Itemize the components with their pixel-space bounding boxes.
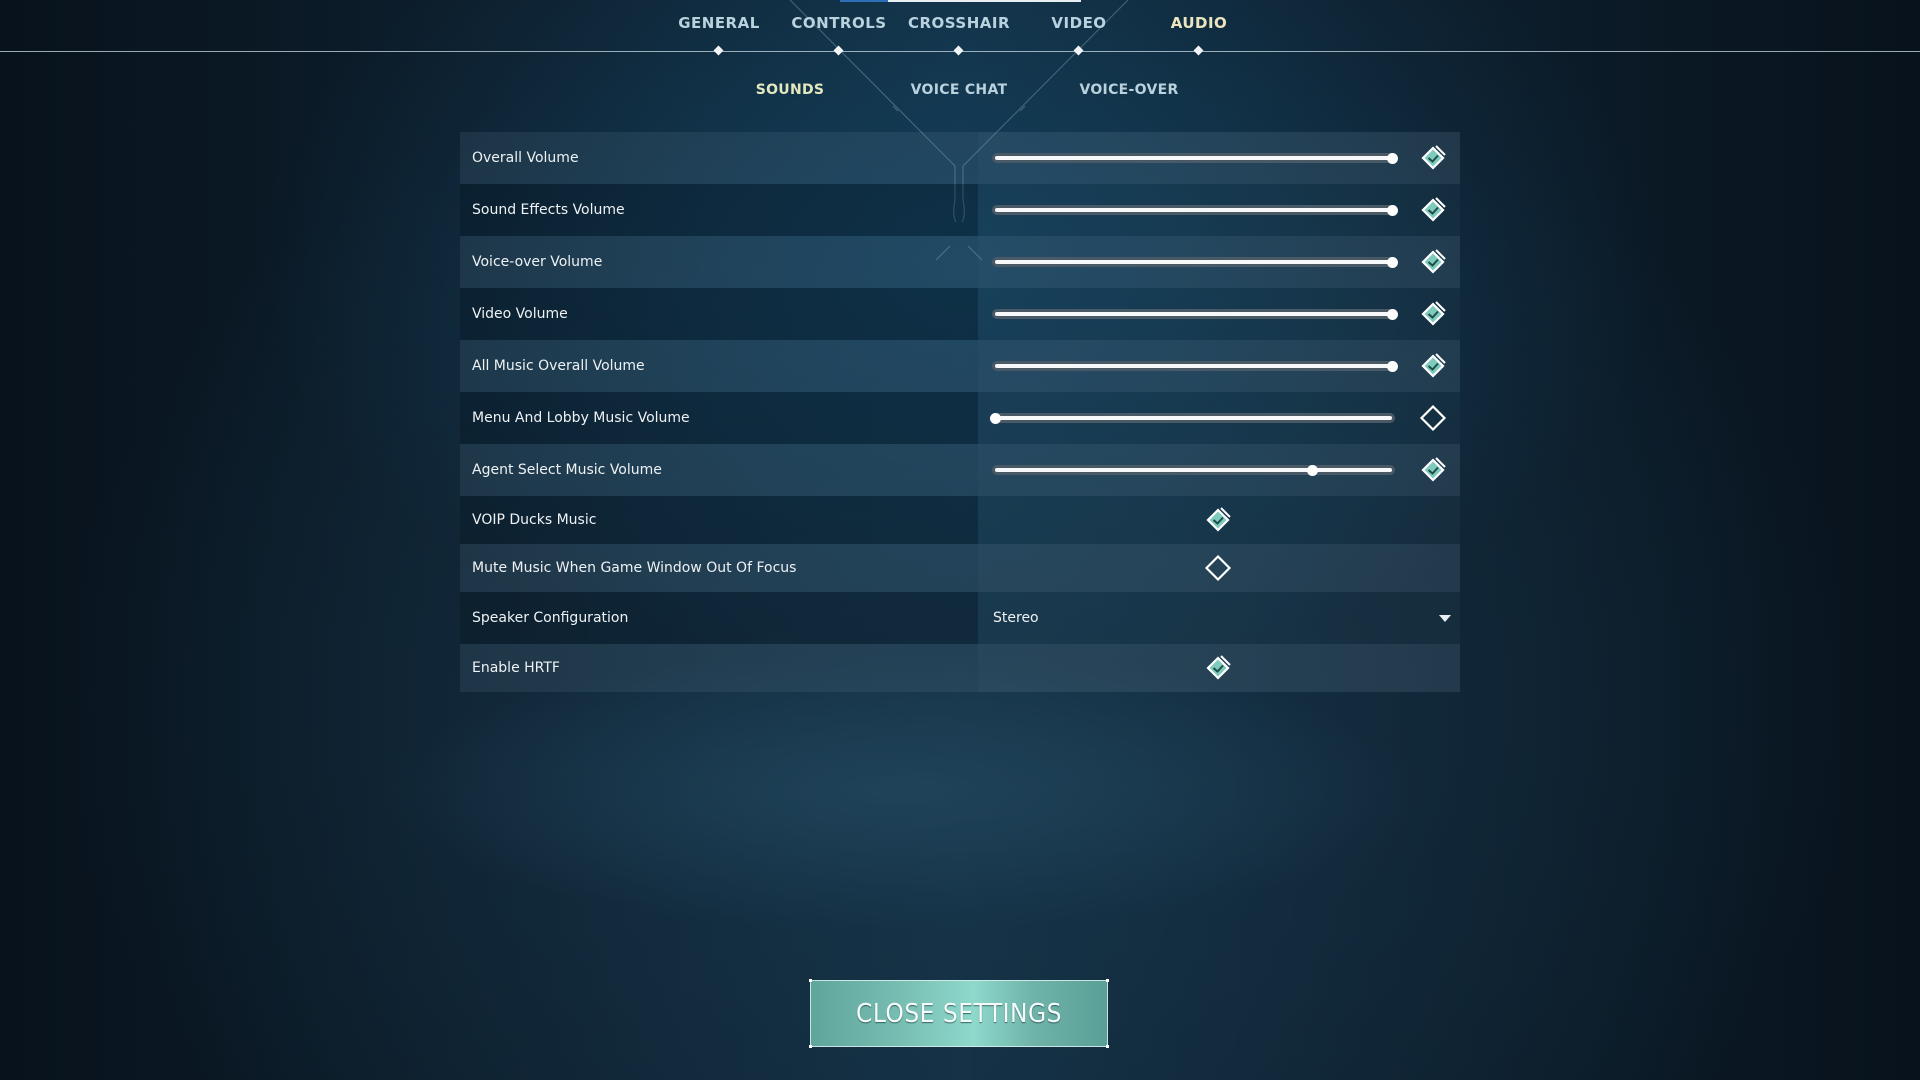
- checkbox-checked-icon: [1421, 249, 1446, 274]
- all-music-volume-slider[interactable]: [992, 360, 1398, 372]
- enable-hrtf-checkbox[interactable]: [1203, 653, 1233, 683]
- subtab-voice-chat[interactable]: VOICE CHAT: [889, 82, 1029, 98]
- setting-row-all-music-volume: All Music Overall Volume: [460, 340, 1460, 392]
- menu-lobby-music-volume-slider[interactable]: [989, 412, 1395, 424]
- setting-row-overall-volume: Overall Volume: [460, 132, 1460, 184]
- tab-marker-icon: [833, 45, 844, 56]
- mute-music-out-of-focus-checkbox[interactable]: [1203, 553, 1233, 583]
- checkbox-checked-icon: [1421, 197, 1446, 222]
- voice-over-volume-slider[interactable]: [992, 256, 1398, 268]
- subtab-voice-over[interactable]: VOICE-OVER: [1059, 82, 1199, 98]
- all-music-volume-enable-checkbox[interactable]: [1418, 351, 1448, 381]
- checkbox-checked-icon: [1421, 145, 1446, 170]
- tab-marker-icon: [713, 45, 724, 56]
- video-volume-enable-checkbox[interactable]: [1418, 299, 1448, 329]
- menu-lobby-music-volume-enable-checkbox[interactable]: [1418, 403, 1448, 433]
- setting-row-agent-select-music-volume: Agent Select Music Volume: [460, 444, 1460, 496]
- tab-video[interactable]: VIDEO: [1019, 14, 1139, 32]
- voice-over-volume-enable-checkbox[interactable]: [1418, 247, 1448, 277]
- checkbox-unchecked-icon: [1204, 554, 1232, 582]
- dropdown-selected-value: Stereo: [993, 610, 1039, 626]
- setting-label: Mute Music When Game Window Out Of Focus: [472, 560, 797, 576]
- slider-thumb[interactable]: [1386, 204, 1398, 216]
- setting-label: Menu And Lobby Music Volume: [472, 410, 690, 426]
- slider-thumb[interactable]: [1386, 152, 1398, 164]
- tab-marker-icon: [1193, 45, 1204, 56]
- slider-thumb[interactable]: [1386, 256, 1398, 268]
- overall-volume-slider[interactable]: [992, 152, 1398, 164]
- setting-row-enable-hrtf: Enable HRTF: [460, 644, 1460, 692]
- slider-thumb[interactable]: [989, 412, 1001, 424]
- checkbox-unchecked-icon: [1419, 404, 1447, 432]
- tab-general[interactable]: GENERAL: [659, 14, 779, 32]
- slider-thumb[interactable]: [1386, 308, 1398, 320]
- tab-audio[interactable]: AUDIO: [1139, 14, 1259, 32]
- setting-label: Video Volume: [472, 306, 568, 322]
- setting-row-voip-ducks-music: VOIP Ducks Music: [460, 496, 1460, 544]
- checkbox-checked-icon: [1421, 353, 1446, 378]
- agent-select-music-volume-enable-checkbox[interactable]: [1418, 455, 1448, 485]
- setting-label: Overall Volume: [472, 150, 579, 166]
- setting-row-video-volume: Video Volume: [460, 288, 1460, 340]
- close-settings-button[interactable]: CLOSE SETTINGS: [809, 979, 1109, 1048]
- setting-row-sound-effects-volume: Sound Effects Volume: [460, 184, 1460, 236]
- sound-effects-volume-slider[interactable]: [992, 204, 1398, 216]
- checkbox-checked-icon: [1206, 655, 1231, 680]
- setting-label: Enable HRTF: [472, 660, 560, 676]
- video-volume-slider[interactable]: [992, 308, 1398, 320]
- speaker-configuration-dropdown[interactable]: Stereo: [978, 592, 1460, 644]
- checkbox-checked-icon: [1421, 457, 1446, 482]
- setting-row-menu-lobby-music-volume: Menu And Lobby Music Volume: [460, 392, 1460, 444]
- slider-thumb[interactable]: [1307, 464, 1319, 476]
- setting-label: Sound Effects Volume: [472, 202, 625, 218]
- voip-ducks-music-checkbox[interactable]: [1203, 505, 1233, 535]
- setting-label: VOIP Ducks Music: [472, 512, 597, 528]
- chevron-down-icon: [1439, 615, 1451, 622]
- setting-label: Agent Select Music Volume: [472, 462, 662, 478]
- tab-controls[interactable]: CONTROLS: [779, 14, 899, 32]
- checkbox-checked-icon: [1421, 301, 1446, 326]
- setting-label: All Music Overall Volume: [472, 358, 645, 374]
- sound-effects-volume-enable-checkbox[interactable]: [1418, 195, 1448, 225]
- setting-label: Voice-over Volume: [472, 254, 603, 270]
- tab-marker-icon: [1073, 45, 1084, 56]
- setting-row-voice-over-volume: Voice-over Volume: [460, 236, 1460, 288]
- checkbox-checked-icon: [1206, 507, 1231, 532]
- overall-volume-enable-checkbox[interactable]: [1418, 143, 1448, 173]
- subtab-sounds[interactable]: SOUNDS: [720, 82, 860, 98]
- tab-crosshair[interactable]: CROSSHAIR: [899, 14, 1019, 32]
- setting-label: Speaker Configuration: [472, 610, 629, 626]
- top-accent-bar-white: [888, 0, 1081, 2]
- setting-row-mute-music-out-of-focus: Mute Music When Game Window Out Of Focus: [460, 544, 1460, 592]
- tab-marker-icon: [953, 45, 964, 56]
- setting-row-speaker-configuration: Speaker Configuration Stereo: [460, 592, 1460, 644]
- close-settings-label: CLOSE SETTINGS: [855, 998, 1062, 1029]
- slider-thumb[interactable]: [1386, 360, 1398, 372]
- top-accent-bar-blue: [840, 0, 888, 2]
- agent-select-music-volume-slider[interactable]: [992, 464, 1395, 476]
